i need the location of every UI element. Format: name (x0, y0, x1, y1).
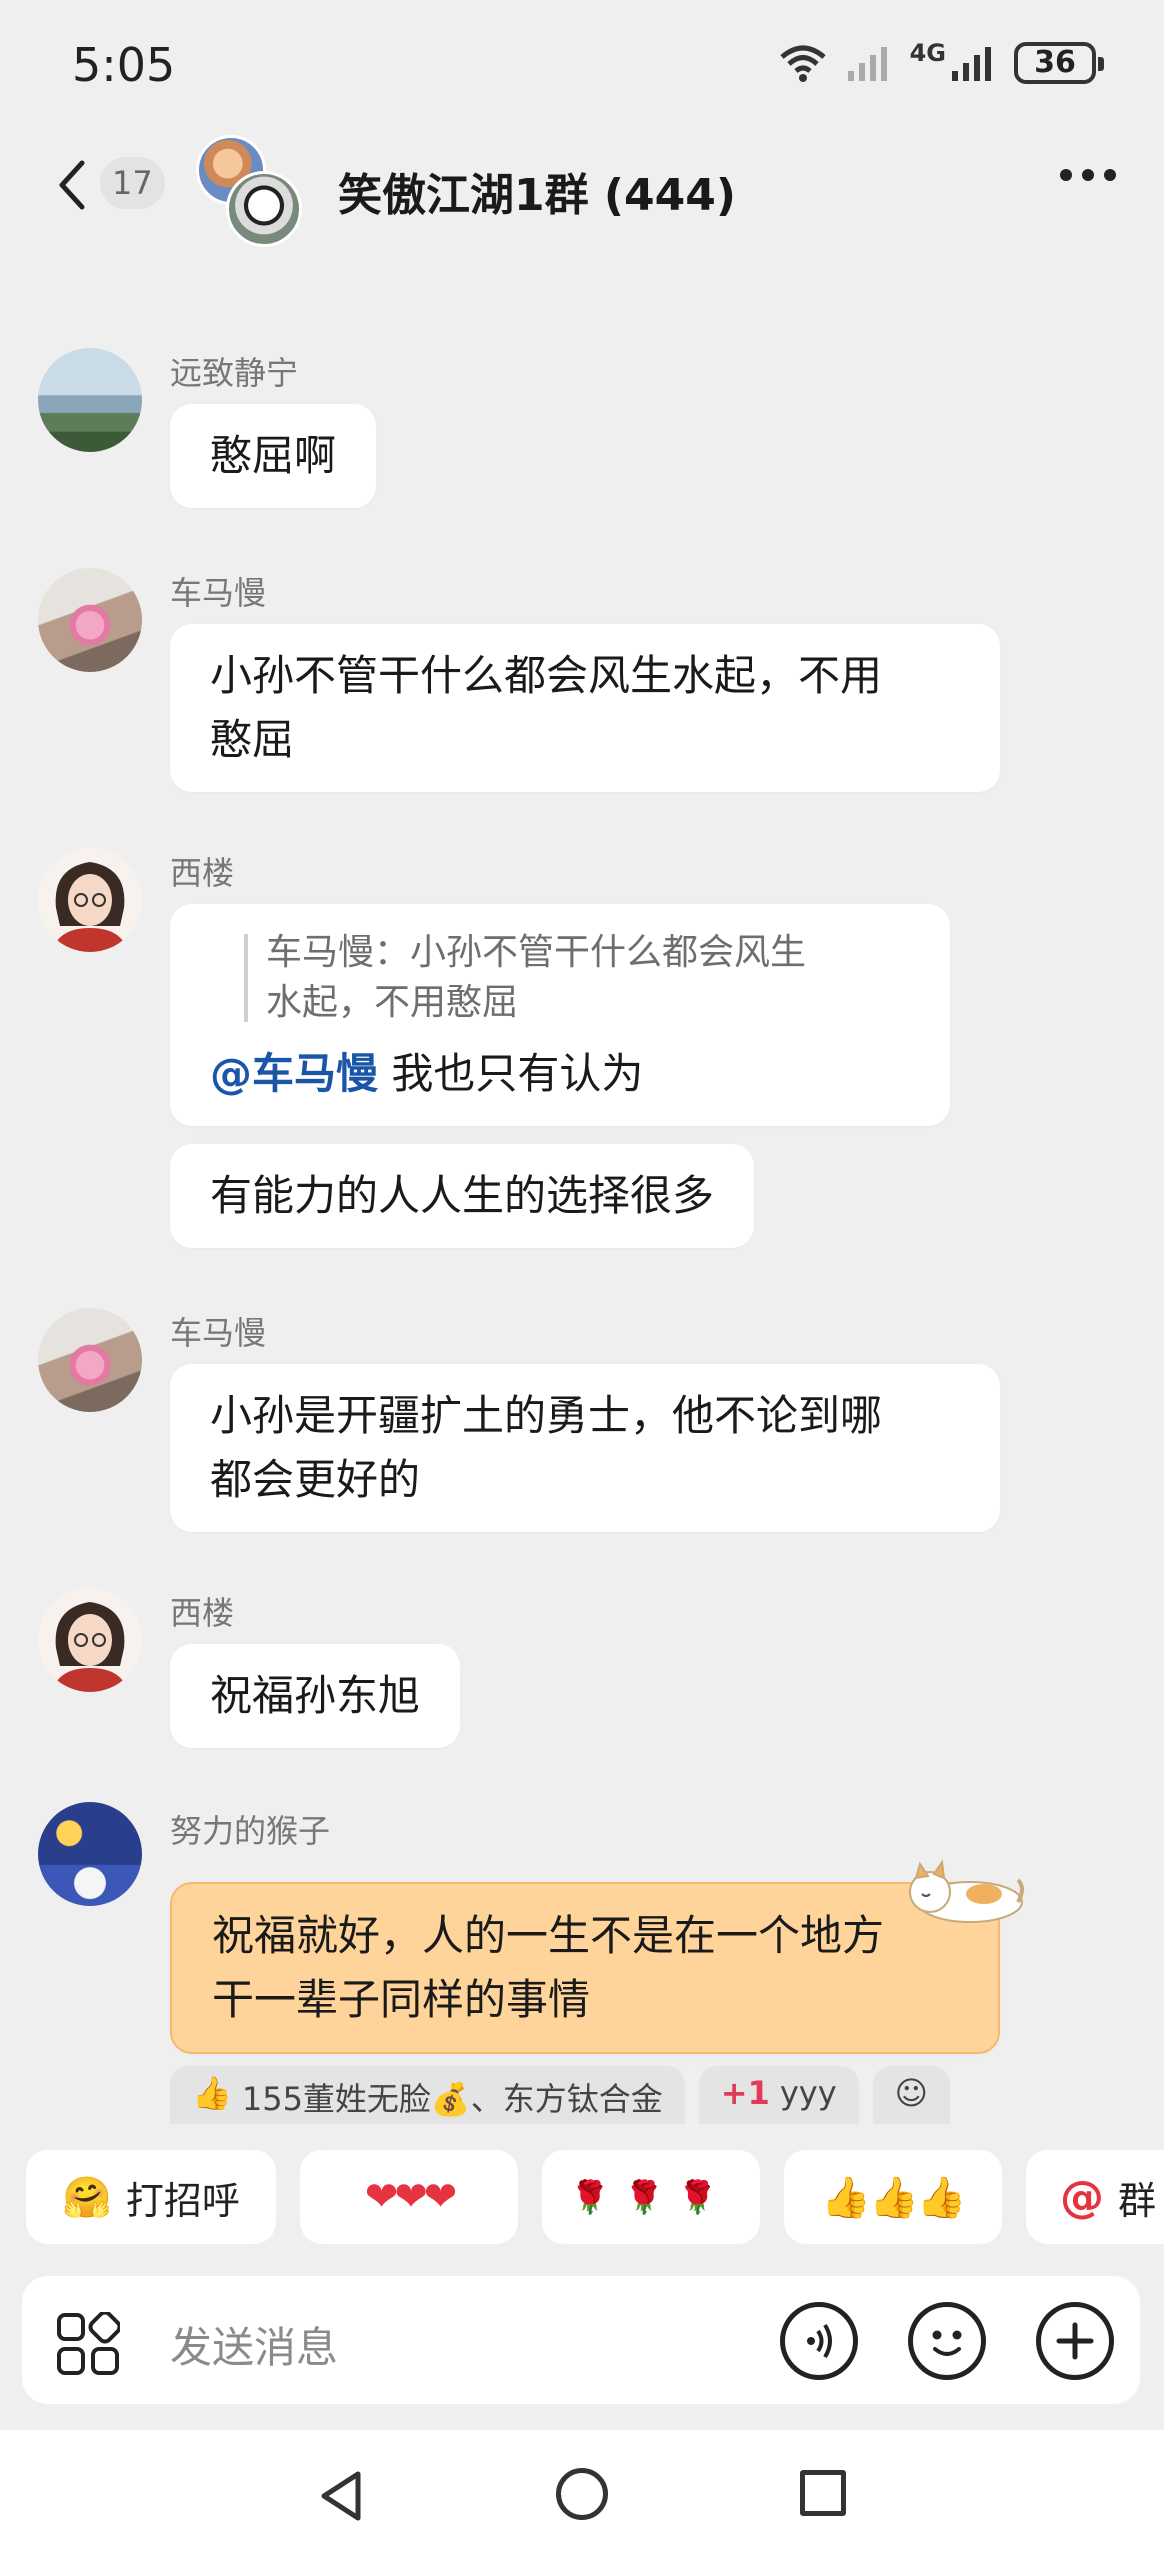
quick-reply-label: 打招呼 (125, 2178, 240, 2223)
voice-icon[interactable] (780, 2302, 858, 2380)
reaction-user: yyy (779, 2074, 837, 2112)
emoji-icon[interactable] (908, 2302, 986, 2380)
sender-name: 车马慢 (170, 1314, 267, 1352)
message-line: 小孙是开疆扩土的勇士，他不论到哪 (210, 1391, 883, 1440)
cat-sticker-icon (909, 1859, 1024, 1923)
sender-avatar[interactable] (38, 848, 142, 952)
chat-header: 17 笑傲江湖1群 (444) (0, 135, 1164, 247)
signal-4g-icon (952, 47, 991, 81)
nav-home-icon[interactable] (556, 2468, 608, 2520)
sender-name: 努力的猴子 (170, 1812, 331, 1850)
plus-one-badge: +1 (720, 2074, 770, 2112)
quick-reply-thumbs[interactable]: 👍👍👍 (784, 2150, 1002, 2244)
sender-avatar[interactable] (38, 1802, 142, 1906)
network-type-label: 4G (909, 39, 946, 67)
emoji-face-icon: ☺ (894, 2074, 929, 2112)
group-title[interactable]: 笑傲江湖1群 (444) (338, 159, 736, 223)
sender-name: 远致静宁 (170, 354, 299, 392)
message-line: 祝福就好，人的一生不是在一个地方 (212, 1911, 885, 1960)
message-input[interactable]: 发送消息 (170, 2314, 338, 2375)
status-time: 5:05 (72, 38, 176, 92)
sender-name: 西楼 (170, 854, 235, 892)
roses-icon: 🌹🌹🌹 (570, 2178, 732, 2216)
message-line: 憨屈 (210, 715, 295, 764)
signal-icon (847, 47, 887, 81)
system-nav-bar (0, 2430, 1164, 2560)
message-bubble[interactable]: 祝福孙东旭 (170, 1644, 461, 1748)
girl-avatar-image (38, 848, 142, 952)
reply-body: 我也只有认为 (378, 1049, 644, 1098)
sender-name: 车马慢 (170, 574, 267, 612)
back-arrow-icon[interactable] (48, 155, 98, 215)
quick-reply-label: 群 (1118, 2178, 1157, 2223)
message-bubble[interactable]: 憨屈啊 (170, 404, 377, 508)
reaction-chip[interactable]: +1 yyy (698, 2066, 859, 2124)
message-input-bar: 发送消息 (22, 2276, 1140, 2404)
quoted-message[interactable]: 车马慢：小孙不管干什么都会风生 水起，不用憨屈 (210, 928, 910, 1028)
message-bubble[interactable]: 祝福就好，人的一生不是在一个地方 干一辈子同样的事情 (170, 1882, 1000, 2054)
quick-reply-greet[interactable]: 🤗 打招呼 (26, 2150, 276, 2244)
sender-avatar[interactable] (38, 568, 142, 672)
hearts-icon: ❤❤❤ (364, 2174, 458, 2220)
more-options-icon[interactable] (1060, 169, 1116, 181)
wifi-icon (779, 45, 826, 82)
sender-avatar[interactable] (38, 1588, 142, 1692)
status-bar: 5:05 4G 36 (0, 0, 1164, 135)
message-bubble[interactable]: 小孙不管干什么都会风生水起，不用 憨屈 (170, 624, 1000, 792)
quick-reply-hearts[interactable]: ❤❤❤ (300, 2150, 518, 2244)
sender-avatar[interactable] (38, 1308, 142, 1412)
message-line: 干一辈子同样的事情 (212, 1975, 591, 2024)
sender-name: 西楼 (170, 1594, 235, 1632)
group-member-avatar (226, 171, 302, 247)
quoted-line: 车马慢：小孙不管干什么都会风生 (266, 932, 807, 973)
nav-back-icon[interactable] (316, 2468, 366, 2524)
message-line: 小孙不管干什么都会风生水起，不用 (210, 651, 883, 700)
status-icons: 4G 36 (778, 39, 1104, 84)
hello-emoji-icon: 🤗 (62, 2174, 112, 2221)
quick-reply-roses[interactable]: 🌹🌹🌹 (542, 2150, 760, 2244)
quick-reply-at-group[interactable]: @ 群 (1026, 2150, 1164, 2244)
plus-icon[interactable] (1036, 2302, 1114, 2380)
sender-avatar[interactable] (38, 348, 142, 452)
message-bubble[interactable]: 小孙是开疆扩土的勇士，他不论到哪 都会更好的 (170, 1364, 1000, 1532)
mention-link[interactable]: @车马慢 (210, 1049, 378, 1098)
girl-avatar-image (38, 1588, 142, 1692)
reply-text: @车马慢 我也只有认为 (210, 1042, 910, 1106)
reaction-names: 155董姓无脸💰、东方钛合金 (241, 2080, 663, 2118)
unread-count-badge[interactable]: 17 (100, 157, 165, 209)
message-bubble[interactable]: 有能力的人人生的选择很多 (170, 1144, 755, 1248)
apps-grid-icon[interactable] (56, 2312, 120, 2376)
group-avatar[interactable] (194, 135, 304, 247)
add-reaction-button[interactable]: ☺ (872, 2066, 951, 2124)
nav-recent-apps-icon[interactable] (800, 2470, 846, 2516)
quick-reply-row: 🤗 打招呼 ❤❤❤ 🌹🌹🌹 👍👍👍 @ 群 (0, 2150, 1164, 2244)
message-bubble[interactable]: 车马慢：小孙不管干什么都会风生 水起，不用憨屈 @车马慢 我也只有认为 (170, 904, 950, 1126)
thumbs-up-icon: 👍 (192, 2074, 232, 2112)
reactions-row: 👍 155董姓无脸💰、东方钛合金 +1 yyy ☺ (170, 2066, 1090, 2124)
at-icon: @ (1060, 2171, 1104, 2223)
message-line: 都会更好的 (210, 1455, 421, 1504)
reaction-chip[interactable]: 👍 155董姓无脸💰、东方钛合金 (170, 2066, 685, 2124)
thumbs-up-icon: 👍👍👍 (821, 2174, 966, 2221)
quoted-line: 水起，不用憨屈 (266, 982, 519, 1023)
battery-icon: 36 (1014, 42, 1104, 84)
